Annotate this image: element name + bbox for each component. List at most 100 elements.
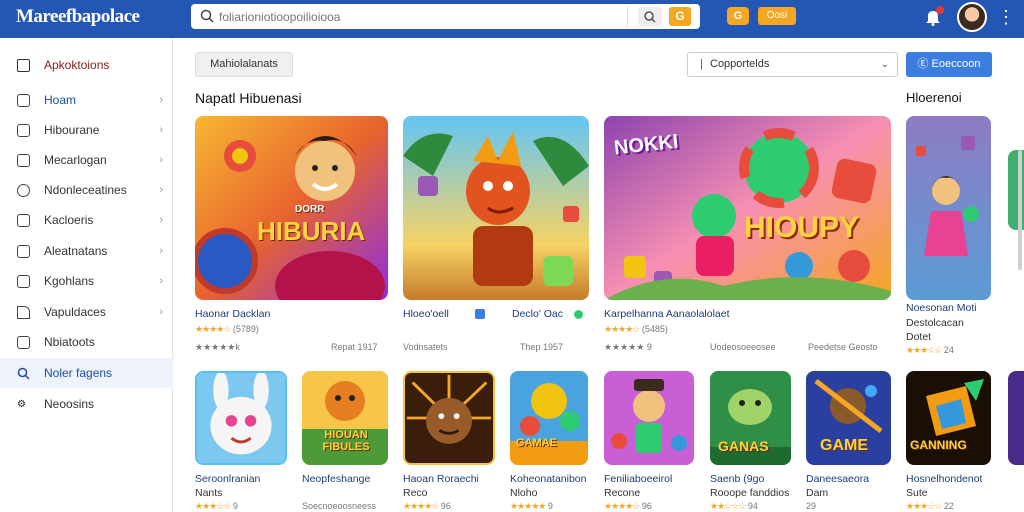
game-name[interactable]: Koheonatanibon [510,473,587,485]
search-bar[interactable]: G [191,4,700,29]
grid-card-4[interactable]: GAMAE [510,371,588,465]
grid-card-6[interactable]: GANAS [710,371,791,465]
game-name[interactable]: Haoan Roraechi [403,473,479,485]
review-count: 96 [641,501,652,511]
section-title: Napatl Hibuenasi [195,90,302,106]
coin-badge[interactable]: G [727,7,749,25]
game-name[interactable]: Noesonan Moti [906,302,977,314]
sidebar-item-category-9[interactable]: Nbiatoots [0,327,173,357]
sidebar-item-settings[interactable]: ⚙ Neoosins [0,389,173,419]
featured-card-1[interactable]: HIBURIA DORR [195,116,388,300]
sidebar-item-category-5[interactable]: Kacloeris › [0,205,173,235]
game-rating: ★★☆☆☆ 94 [710,501,758,512]
review-count: 94 [747,501,758,511]
grid-card-3[interactable] [403,371,495,465]
game-name[interactable]: Hosnelhondenot [906,473,982,485]
game-name-2[interactable]: Declo' Oac [512,308,563,320]
grid-card-8[interactable]: GANNING [906,371,991,465]
rating-stars: ★★★★☆ [195,324,231,334]
game-artwork [405,373,493,463]
sidebar-item-category-8[interactable]: Vapuldaces › [0,297,173,327]
sidebar-heading[interactable]: Apkoktoions [0,52,173,78]
category-icon [17,335,30,349]
search-icon [200,9,214,23]
game-artwork [195,116,388,300]
category-icon [17,305,30,319]
app-logo[interactable]: Mareefbapolace [16,6,140,28]
grid-card-2[interactable]: HIOUAN FIBULES [302,371,388,465]
chevron-right-icon: › [159,94,163,106]
scrollbar[interactable] [1018,150,1022,270]
sidebar-item-category-6[interactable]: Aleatnatans › [0,236,173,266]
sidebar-item-label: Hoam [44,93,77,107]
rating-stars: ★★★★★ [510,501,546,511]
game-artwork [906,116,991,300]
category-icon [17,274,30,288]
game-artwork [604,371,694,465]
category-icon [17,123,30,137]
game-name[interactable]: Saenb (9go [710,473,764,485]
primary-action-button[interactable]: Ⓔ Eoeccoon [906,52,992,77]
grid-card-5[interactable] [604,371,694,465]
game-name[interactable]: Neopfeshange [302,473,370,485]
sidebar-item-label: Kgohlans [44,274,95,288]
chevron-down-icon: ⌄ [880,59,889,70]
featured-card-2[interactable] [403,116,589,300]
top-bar: Mareefbapolace G G Oosi ⋮ [0,0,1024,38]
sidebar-item-label: Noler fagens [44,366,113,380]
game-name[interactable]: Hloeo'oell [403,308,449,320]
game-name[interactable]: Karpelhanna Aanaolalolaet [604,308,730,320]
game-meta-right: Uodeosoeeosee [710,342,776,352]
game-name[interactable]: Feniliaboeeirol [604,473,672,485]
game-name-2: Dam [806,487,829,499]
game-title-art: HIOUPY [744,211,860,244]
rating-stars: ★★★☆☆ [906,345,942,355]
game-name[interactable]: Daneesaeora [806,473,869,485]
category-icon [17,244,30,258]
grid-card-7[interactable]: GAME [806,371,891,465]
game-meta: Soecnoeoosneess [302,501,377,511]
game-name-2: Recone [604,487,641,499]
category-icon [17,153,30,167]
sidebar-item-label: Ndonleceatines [44,183,127,197]
featured-card-4[interactable] [906,116,991,300]
sidebar-item-label: Neoosins [44,397,95,411]
sidebar-item-label: Nbiatoots [44,335,95,349]
game-meta-far: Peedetse Geosto [808,342,878,352]
search-icon [644,11,656,23]
search-tag-button[interactable]: G [669,7,691,26]
notification-button[interactable] [922,6,944,28]
search-input[interactable] [219,7,619,26]
sidebar-item-category-3[interactable]: Mecarlogan › [0,145,173,175]
sidebar-item-entertainment[interactable]: Hibourane › [0,115,173,145]
grid-card-1[interactable] [195,371,287,465]
search-button[interactable] [638,7,662,26]
game-name[interactable]: Seroonlranian [195,473,260,485]
game-rating: ★★★★☆ 96 [403,501,451,512]
chevron-right-icon: › [159,275,163,287]
sidebar-item-search-favorites[interactable]: Noler fagens [0,358,173,388]
avatar[interactable] [957,2,987,32]
filter-button[interactable]: Mahiolalanats [195,52,293,77]
review-count: 22 [943,501,954,511]
game-name-2: Sute [906,487,928,499]
rating-stars: ★★★★☆ [403,501,439,511]
game-meta-left: ★★★★★ 9 [604,342,652,352]
sidebar-item-category-4[interactable]: Ndonleceatines › [0,175,173,205]
sidebar-item-category-7[interactable]: Kgohlans › [0,266,173,296]
coins-button[interactable]: Oosi [758,7,796,25]
featured-card-3[interactable]: NOKKI HIOUPY [604,116,891,300]
game-name-2: Rooope fanddios [710,487,790,499]
game-meta-left: Vodnsatets [403,342,448,352]
sidebar-item-home[interactable]: Hoam › [0,85,173,115]
grid-card-9-partial[interactable] [1008,371,1024,465]
sidebar-item-label: Hibourane [44,123,100,137]
more-menu-button[interactable]: ⋮ [997,6,1015,28]
sidebar-item-label: Mecarlogan [44,153,107,167]
sort-select[interactable]: | Copportelds ⌄ [687,52,898,77]
game-name[interactable]: Haonar Dacklan [195,308,270,320]
game-artwork [510,371,588,465]
rating-stars: ★★☆☆☆ [710,501,746,511]
game-subtitle-art: DORR [295,204,325,215]
game-title-art: HIOUAN FIBULES [322,429,370,453]
